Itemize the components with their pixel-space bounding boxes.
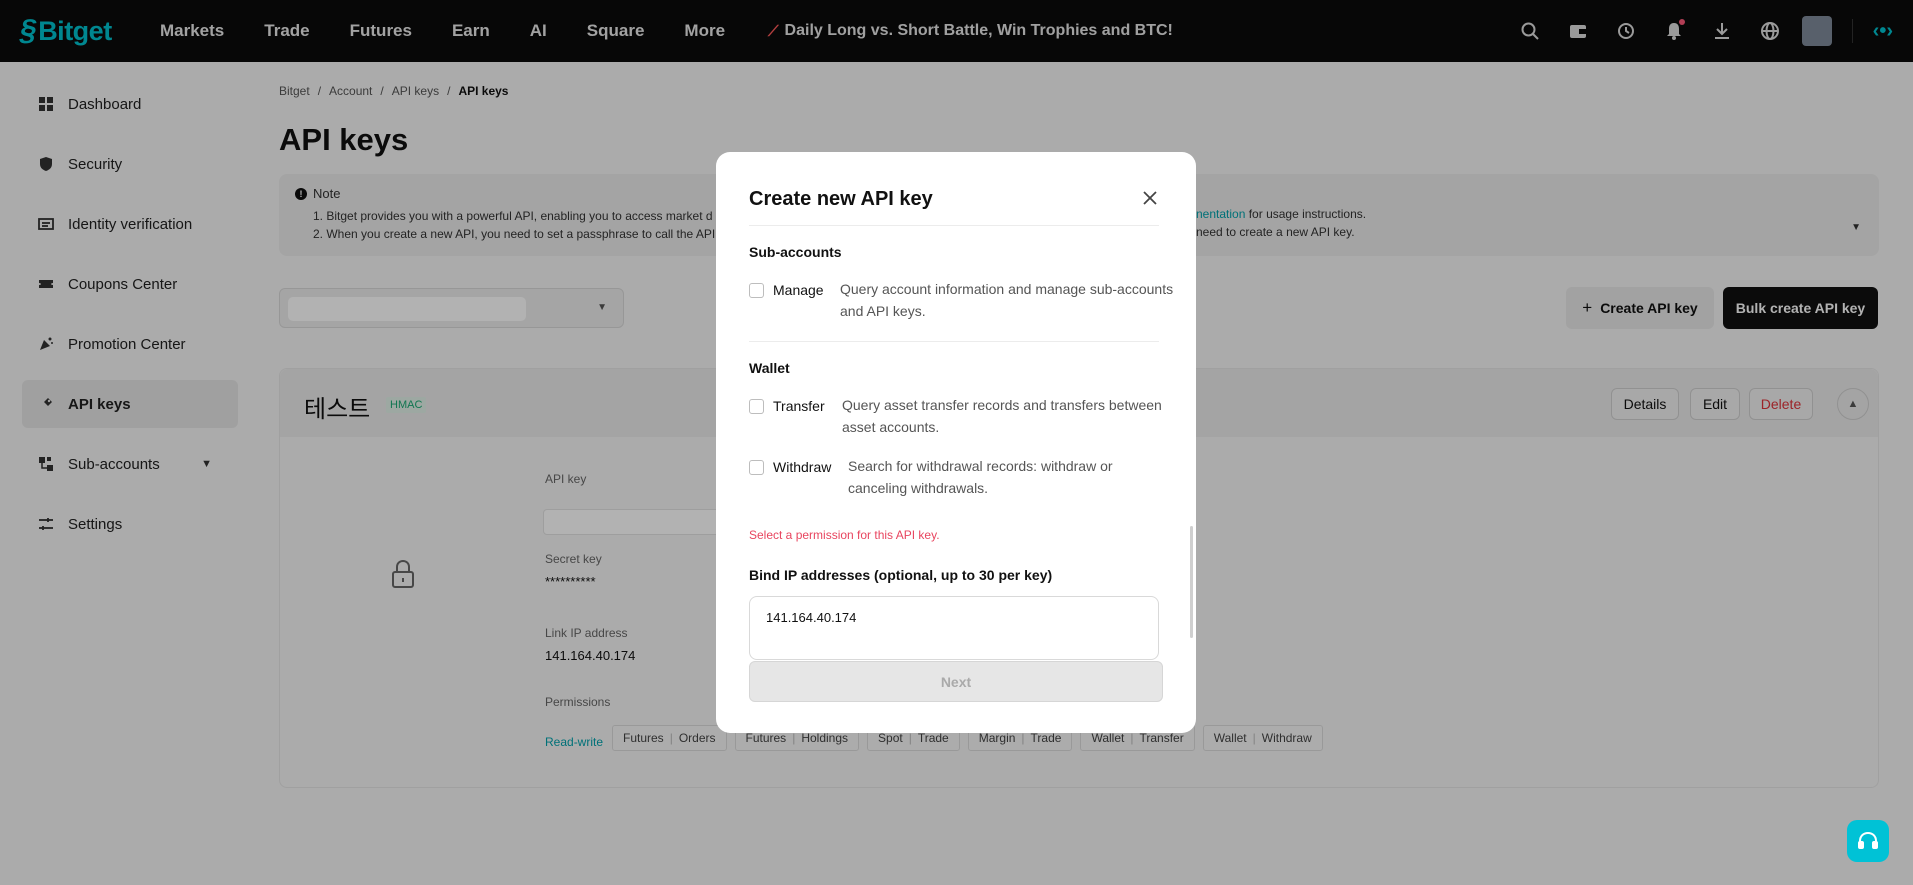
transfer-label[interactable]: Transfer bbox=[773, 398, 825, 414]
support-chat-button[interactable] bbox=[1847, 820, 1889, 862]
withdraw-description: Search for withdrawal records: withdraw … bbox=[848, 458, 1113, 496]
transfer-checkbox[interactable] bbox=[749, 399, 764, 414]
modal-scrollbar[interactable] bbox=[1190, 526, 1193, 638]
manage-description: Query account information and manage sub… bbox=[840, 281, 1174, 319]
bind-ip-textarea[interactable]: 141.164.40.174 bbox=[749, 596, 1159, 660]
permission-error: Select a permission for this API key. bbox=[749, 528, 940, 542]
create-api-key-modal: Create new API key Sub-accounts Manage Q… bbox=[716, 152, 1196, 733]
next-button[interactable]: Next bbox=[749, 661, 1163, 702]
manage-label[interactable]: Manage bbox=[773, 282, 824, 298]
wallet-section-title: Wallet bbox=[749, 360, 790, 376]
bind-ip-title: Bind IP addresses (optional, up to 30 pe… bbox=[749, 567, 1053, 583]
withdraw-label[interactable]: Withdraw bbox=[773, 459, 831, 475]
manage-checkbox[interactable] bbox=[749, 283, 764, 298]
close-icon[interactable] bbox=[1140, 188, 1160, 208]
divider bbox=[749, 225, 1159, 226]
withdraw-checkbox[interactable] bbox=[749, 460, 764, 475]
divider bbox=[749, 341, 1159, 342]
transfer-description: Query asset transfer records and transfe… bbox=[842, 397, 1162, 435]
modal-title: Create new API key bbox=[749, 188, 933, 210]
sub-accounts-section-title: Sub-accounts bbox=[749, 244, 842, 260]
headset-icon bbox=[1858, 831, 1878, 849]
